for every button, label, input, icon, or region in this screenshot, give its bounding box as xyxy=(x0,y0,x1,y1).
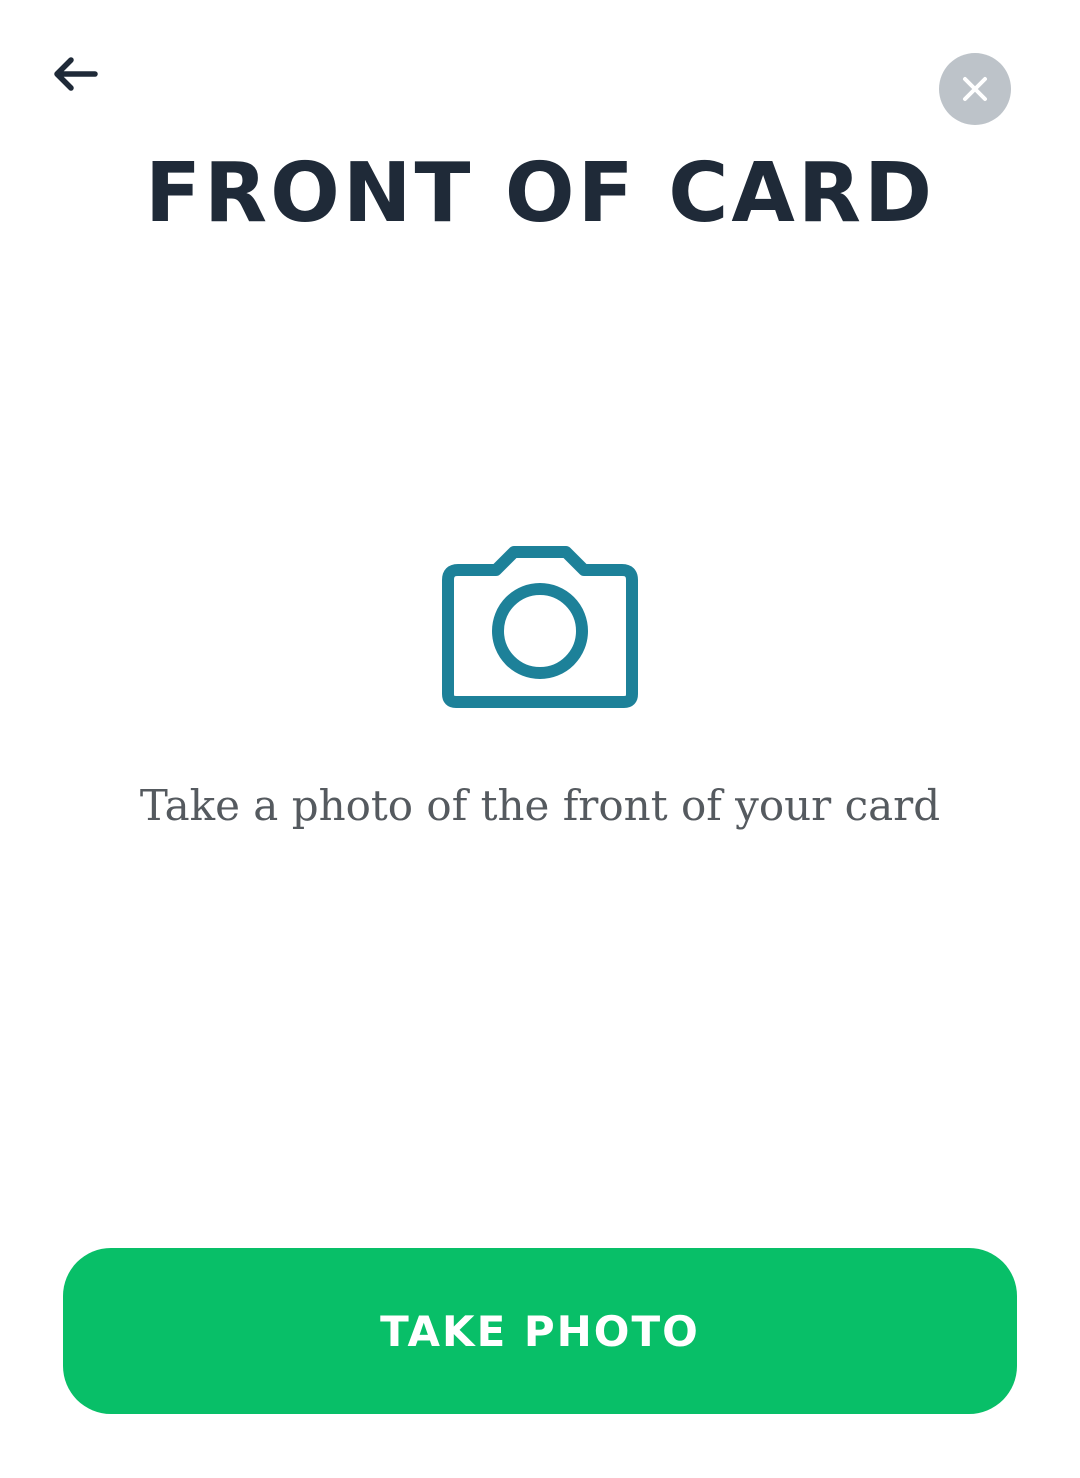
card-capture-screen: FRONT OF CARD Take a photo of the front … xyxy=(0,0,1080,1478)
instruction-text: Take a photo of the front of your card xyxy=(139,781,941,830)
close-button[interactable] xyxy=(939,53,1011,125)
close-icon xyxy=(963,77,987,101)
page-title: FRONT OF CARD xyxy=(144,146,936,241)
take-photo-button[interactable]: TAKE PHOTO xyxy=(63,1248,1017,1414)
take-photo-label: TAKE PHOTO xyxy=(380,1306,700,1356)
arrow-left-icon xyxy=(54,57,98,91)
back-button[interactable] xyxy=(40,42,110,106)
camera-icon xyxy=(442,546,638,708)
